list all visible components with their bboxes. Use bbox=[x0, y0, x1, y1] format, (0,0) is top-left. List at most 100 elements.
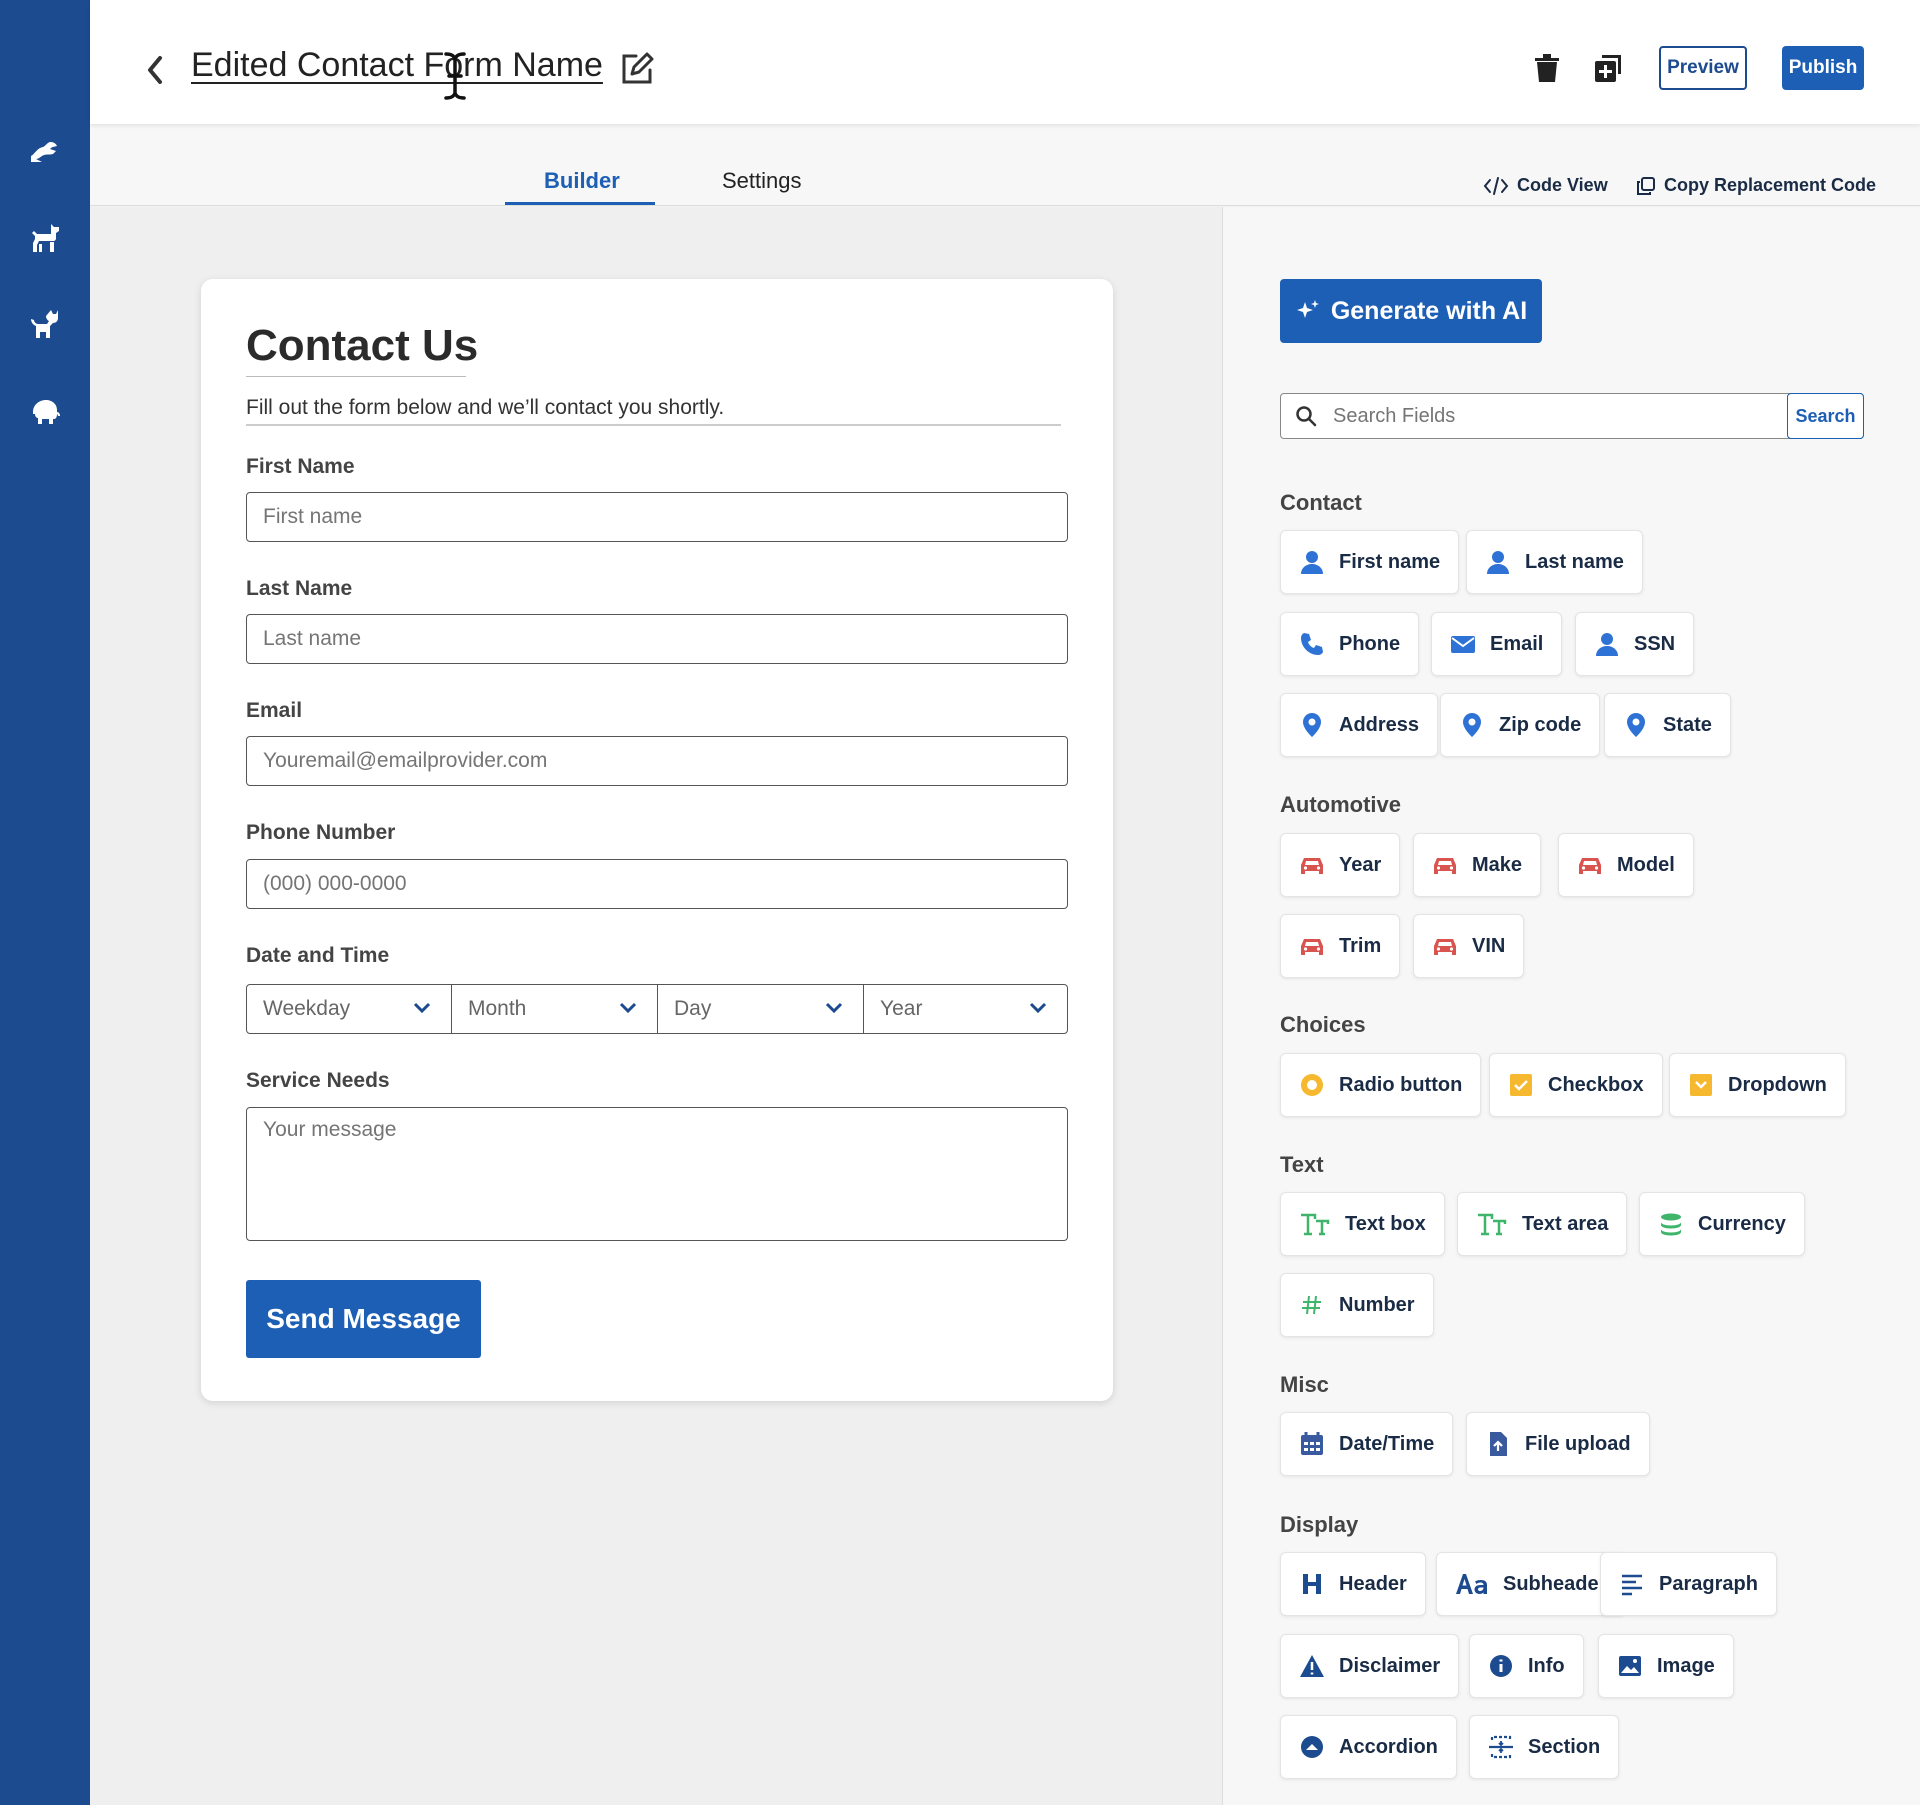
month-select[interactable]: Month bbox=[451, 984, 658, 1034]
code-view-link[interactable]: Code View bbox=[1483, 175, 1608, 196]
chip-email[interactable]: Email bbox=[1431, 612, 1563, 676]
chip-label: Radio button bbox=[1339, 1073, 1463, 1096]
chip-zip-code[interactable]: Zip code bbox=[1440, 693, 1601, 757]
radio-icon bbox=[1301, 1074, 1323, 1096]
location-pin-icon bbox=[1463, 713, 1481, 737]
chip-info[interactable]: Info bbox=[1469, 1634, 1584, 1698]
back-arrow-icon[interactable] bbox=[140, 50, 170, 90]
chip-label: File upload bbox=[1525, 1432, 1631, 1455]
tab-settings[interactable]: Settings bbox=[722, 168, 802, 194]
chip-file-upload[interactable]: File upload bbox=[1466, 1412, 1650, 1476]
cat-icon[interactable] bbox=[25, 304, 65, 344]
edit-pencil-icon[interactable] bbox=[618, 50, 656, 88]
chip-text-area[interactable]: Text area bbox=[1457, 1192, 1628, 1256]
generate-ai-button[interactable]: Generate with AI bbox=[1280, 279, 1542, 343]
chip-vin[interactable]: VIN bbox=[1413, 914, 1525, 978]
chip-ssn[interactable]: SSN bbox=[1575, 612, 1695, 676]
chip-label: Address bbox=[1339, 713, 1420, 736]
phone-label: Phone Number bbox=[246, 821, 396, 844]
chip-radio-button[interactable]: Radio button bbox=[1280, 1053, 1482, 1117]
chip-checkbox[interactable]: Checkbox bbox=[1489, 1053, 1663, 1117]
chip-label: Model bbox=[1617, 853, 1675, 876]
chip-label: SSN bbox=[1634, 632, 1676, 655]
car-icon bbox=[1434, 939, 1456, 955]
dog-icon[interactable] bbox=[25, 218, 65, 258]
chip-section[interactable]: Section bbox=[1469, 1715, 1620, 1779]
preview-button[interactable]: Preview bbox=[1659, 46, 1747, 90]
chip-state[interactable]: State bbox=[1604, 693, 1731, 757]
trash-icon[interactable] bbox=[1532, 52, 1562, 84]
envelope-icon bbox=[1451, 636, 1475, 653]
chip-image[interactable]: Image bbox=[1598, 1634, 1734, 1698]
section-contact-title: Contact bbox=[1280, 490, 1362, 515]
chip-label: Last name bbox=[1525, 550, 1624, 573]
chip-disclaimer[interactable]: Disclaimer bbox=[1280, 1634, 1460, 1698]
chip-model[interactable]: Model bbox=[1558, 833, 1694, 897]
weekday-select[interactable]: Weekday bbox=[246, 984, 452, 1034]
search-button[interactable]: Search bbox=[1787, 393, 1864, 439]
tab-builder[interactable]: Builder bbox=[544, 168, 620, 194]
chip-phone[interactable]: Phone bbox=[1280, 612, 1420, 676]
day-select[interactable]: Day bbox=[657, 984, 864, 1034]
text-icon bbox=[1478, 1213, 1507, 1236]
font-aa-icon bbox=[1456, 1574, 1487, 1594]
year-value: Year bbox=[880, 997, 923, 1020]
first-name-input[interactable] bbox=[246, 492, 1068, 542]
year-select[interactable]: Year bbox=[863, 984, 1068, 1034]
section-text-title: Text bbox=[1280, 1152, 1324, 1177]
search-fields-input[interactable] bbox=[1333, 400, 1773, 432]
paragraph-lines-icon bbox=[1622, 1574, 1642, 1596]
code-icon bbox=[1483, 176, 1509, 195]
form-title[interactable]: Edited Contact Form Name bbox=[191, 46, 603, 85]
chip-label: Header bbox=[1339, 1572, 1407, 1595]
chip-subheader[interactable]: Subheader bbox=[1436, 1552, 1626, 1616]
section-display-title: Display bbox=[1280, 1512, 1359, 1537]
tab-active-indicator bbox=[505, 202, 655, 205]
chip-label: Text area bbox=[1522, 1212, 1609, 1235]
last-name-input[interactable] bbox=[246, 614, 1068, 664]
chip-text-box[interactable]: Text box bbox=[1280, 1192, 1445, 1256]
hash-icon bbox=[1302, 1295, 1321, 1315]
person-icon bbox=[1487, 551, 1509, 574]
email-input[interactable] bbox=[246, 736, 1068, 786]
elephant-icon[interactable] bbox=[25, 390, 65, 430]
publish-button[interactable]: Publish bbox=[1782, 46, 1864, 90]
text-cursor-icon bbox=[444, 52, 466, 100]
form-heading: Contact Us bbox=[246, 321, 479, 370]
chip-date-time[interactable]: Date/Time bbox=[1280, 1412, 1454, 1476]
ferret-icon[interactable] bbox=[25, 132, 65, 172]
chip-last-name[interactable]: Last name bbox=[1466, 530, 1643, 594]
file-upload-icon bbox=[1490, 1432, 1507, 1456]
chip-label: Disclaimer bbox=[1339, 1654, 1441, 1677]
send-message-button[interactable]: Send Message bbox=[246, 1280, 481, 1358]
duplicate-icon[interactable] bbox=[1593, 52, 1623, 84]
chip-first-name[interactable]: First name bbox=[1280, 530, 1460, 594]
chip-header[interactable]: Header bbox=[1280, 1552, 1426, 1616]
copy-code-link[interactable]: Copy Replacement Code bbox=[1636, 175, 1876, 196]
month-value: Month bbox=[468, 997, 527, 1020]
chip-label: First name bbox=[1339, 550, 1441, 573]
person-icon bbox=[1301, 551, 1323, 574]
image-icon bbox=[1619, 1656, 1641, 1676]
chip-paragraph[interactable]: Paragraph bbox=[1600, 1552, 1777, 1616]
section-automotive-title: Automotive bbox=[1280, 792, 1401, 817]
chip-dropdown[interactable]: Dropdown bbox=[1669, 1053, 1846, 1117]
chip-address[interactable]: Address bbox=[1280, 693, 1439, 757]
info-icon bbox=[1490, 1655, 1512, 1677]
chip-trim[interactable]: Trim bbox=[1280, 914, 1401, 978]
first-name-label: First Name bbox=[246, 455, 355, 478]
service-needs-textarea[interactable] bbox=[246, 1107, 1068, 1241]
warning-icon bbox=[1300, 1655, 1324, 1677]
chip-year[interactable]: Year bbox=[1280, 833, 1401, 897]
chevron-down-icon bbox=[619, 1002, 637, 1014]
header-h-icon bbox=[1303, 1574, 1321, 1594]
chip-label: Section bbox=[1528, 1735, 1601, 1758]
chip-label: Paragraph bbox=[1659, 1572, 1758, 1595]
chip-make[interactable]: Make bbox=[1413, 833, 1542, 897]
chip-currency[interactable]: Currency bbox=[1639, 1192, 1805, 1256]
chip-accordion[interactable]: Accordion bbox=[1280, 1715, 1457, 1779]
form-card[interactable]: Contact Us Fill out the form below and w… bbox=[201, 279, 1113, 1401]
phone-input[interactable] bbox=[246, 859, 1068, 909]
chip-number[interactable]: Number bbox=[1280, 1273, 1434, 1337]
field-search: Search bbox=[1280, 393, 1864, 439]
